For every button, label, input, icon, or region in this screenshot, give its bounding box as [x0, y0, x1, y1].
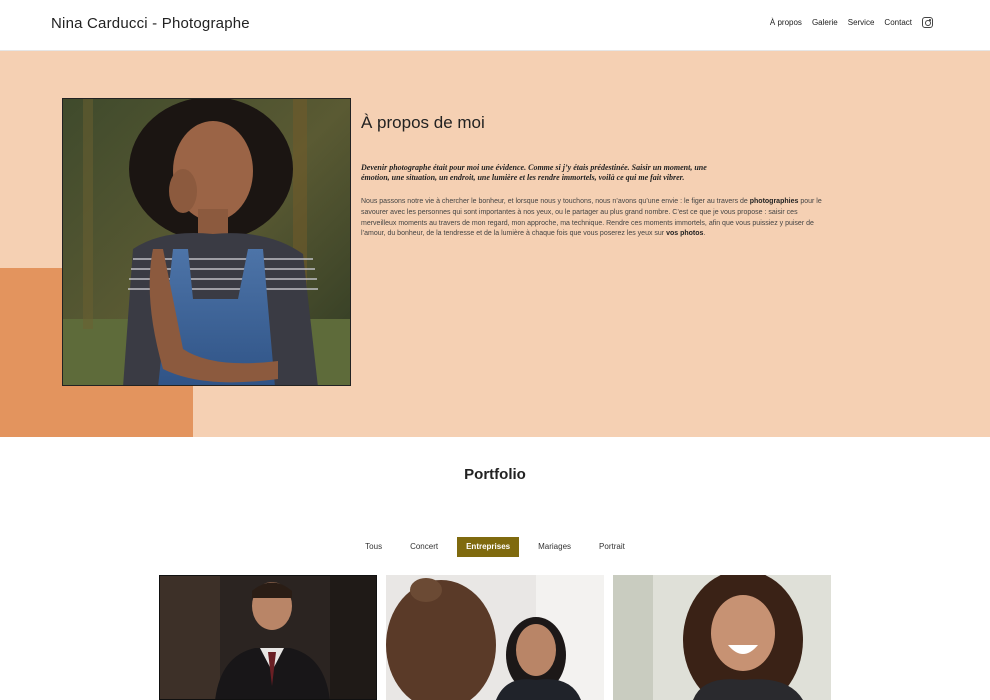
about-body: Nous passons notre vie à chercher le bon… [361, 198, 822, 238]
filter-concert[interactable]: Concert [401, 537, 447, 557]
portfolio-filters: Tous Concert Entreprises Mariages Portra… [0, 537, 990, 557]
body-bold-vos-photos: vos photos [666, 230, 704, 238]
portfolio-title: Portfolio [464, 466, 526, 483]
body-bold-photographies: photographies [749, 198, 799, 205]
nav-link-apropos[interactable]: À propos [770, 18, 802, 27]
nav-link-service[interactable]: Service [848, 18, 875, 27]
site-header: Nina Carducci - Photographe À propos Gal… [0, 0, 990, 51]
filter-tous[interactable]: Tous [356, 537, 391, 557]
filter-entreprises[interactable]: Entreprises [457, 537, 520, 557]
filter-portrait[interactable]: Portrait [590, 537, 634, 557]
about-quote: Devenir photographe était pour moi une é… [361, 163, 707, 182]
instagram-icon[interactable] [922, 17, 933, 28]
nav-link-contact[interactable]: Contact [884, 18, 912, 27]
main-nav: À propos Galerie Service Contact [760, 17, 933, 28]
about-section: À propos de moi Devenir photographe étai… [0, 51, 990, 437]
site-brand[interactable]: Nina Carducci - Photographe [51, 15, 250, 32]
portrait-photo [62, 98, 351, 386]
filter-mariages[interactable]: Mariages [529, 537, 580, 557]
nav-link-galerie[interactable]: Galerie [812, 18, 838, 27]
gallery-image-businessman[interactable] [159, 575, 377, 700]
gallery-image-office-women[interactable] [386, 575, 604, 700]
portfolio-gallery [159, 575, 831, 700]
about-title: À propos de moi [361, 113, 485, 132]
gallery-image-smiling-woman[interactable] [613, 575, 831, 700]
